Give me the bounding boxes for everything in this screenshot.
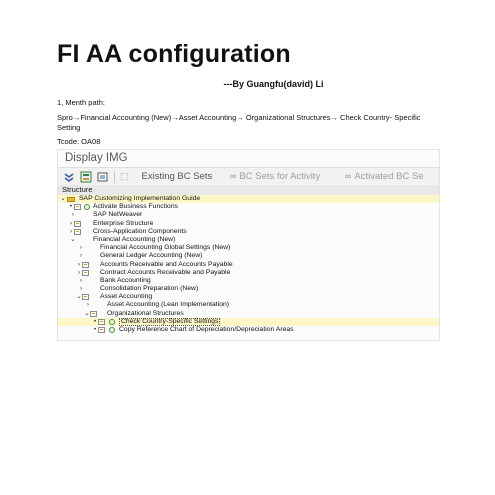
expand-icon[interactable]: › bbox=[78, 285, 84, 293]
expand-icon[interactable]: › bbox=[85, 301, 91, 309]
document-icon[interactable] bbox=[82, 269, 89, 276]
tree-node[interactable]: ⌄ Financial Accounting (New) bbox=[58, 236, 439, 244]
document-icon[interactable] bbox=[98, 318, 105, 325]
execute-icon[interactable] bbox=[84, 204, 90, 211]
tree-node[interactable]: › Cross-Application Components bbox=[58, 228, 439, 236]
document-icon[interactable] bbox=[82, 261, 89, 268]
expand-icon[interactable]: ⌄ bbox=[60, 195, 66, 203]
tree-node[interactable]: ⌄ Organizational Structures bbox=[58, 310, 439, 318]
collapse-icon[interactable]: ⌄ bbox=[70, 236, 76, 244]
where-used-icon[interactable] bbox=[97, 171, 109, 183]
tree-node[interactable]: › Financial Accounting Global Settings (… bbox=[58, 244, 439, 252]
section-heading: 1, Menth path: bbox=[57, 98, 105, 107]
tree-node[interactable]: › Bank Accounting bbox=[58, 277, 439, 285]
tcode-text: Tcode: OA08 bbox=[57, 137, 101, 146]
author-byline: ---By Guangfu(david) Li bbox=[223, 79, 324, 89]
execute-icon[interactable] bbox=[109, 318, 115, 325]
document-icon[interactable] bbox=[74, 204, 81, 211]
tree-node[interactable]: › Consolidation Preparation (New) bbox=[58, 285, 439, 293]
tree-node[interactable]: › General Ledger Accounting (New) bbox=[58, 252, 439, 260]
bc-sets-for-activity-button[interactable]: ∞ BC Sets for Activity bbox=[230, 171, 320, 182]
expand-icon[interactable]: › bbox=[78, 252, 84, 260]
tree-node[interactable]: › Enterprise Structure bbox=[58, 220, 439, 228]
document-icon[interactable] bbox=[82, 294, 89, 301]
expand-icon[interactable]: › bbox=[78, 277, 84, 285]
menu-path-text: Spro→Financial Accounting (New)→Asset Ac… bbox=[57, 113, 421, 132]
tree-node[interactable]: › Asset Accounting (Lean Implementation) bbox=[58, 301, 439, 309]
document-title: FI AA configuration bbox=[57, 40, 291, 68]
document-icon[interactable] bbox=[90, 310, 97, 317]
expand-icon[interactable]: › bbox=[78, 244, 84, 252]
tree-node[interactable]: • Activate Business Functions bbox=[58, 203, 439, 211]
tree-node[interactable]: ⌄ Asset Accounting bbox=[58, 293, 439, 301]
folder-icon bbox=[67, 196, 75, 202]
img-tree: ⌄ SAP Customizing Implementation Guide •… bbox=[58, 195, 439, 334]
tree-node[interactable]: › Accounts Receivable and Accounts Payab… bbox=[58, 261, 439, 269]
panel-title: Display IMG bbox=[65, 152, 128, 164]
document-icon[interactable] bbox=[74, 220, 81, 227]
sap-display-img-screenshot: Display IMG ⬚ Existing BC Sets ∞ BC Sets f… bbox=[57, 149, 440, 341]
tree-node[interactable]: › SAP NetWeaver bbox=[58, 211, 439, 219]
execute-icon[interactable] bbox=[109, 327, 115, 333]
activated-bc-sets-button[interactable]: ∞ Activated BC Se bbox=[345, 171, 424, 182]
tree-node-root[interactable]: ⌄ SAP Customizing Implementation Guide bbox=[58, 195, 439, 204]
structure-header: Structure bbox=[58, 185, 439, 195]
link-icon: ∞ bbox=[345, 171, 352, 181]
hierarchy-icon[interactable] bbox=[80, 171, 92, 183]
expand-icon[interactable]: › bbox=[70, 211, 76, 219]
link-icon: ∞ bbox=[230, 171, 237, 181]
tree-node[interactable]: › Contract Accounts Receivable and Payab… bbox=[58, 269, 439, 277]
bc-sets-icon: ⬚ bbox=[120, 171, 129, 181]
existing-bc-sets-button[interactable]: ⬚ Existing BC Sets bbox=[120, 171, 212, 182]
toolbar-separator bbox=[114, 171, 115, 183]
document-icon[interactable] bbox=[74, 228, 81, 235]
tree-node[interactable]: • Copy Reference Chart of Depreciation/D… bbox=[58, 326, 439, 334]
tree-node-selected[interactable]: • Check Country-Specific Settings bbox=[58, 317, 439, 327]
toolbar: ⬚ Existing BC Sets ∞ BC Sets for Activity … bbox=[58, 167, 439, 187]
collapse-all-icon[interactable] bbox=[63, 171, 75, 183]
document-icon[interactable] bbox=[98, 327, 105, 333]
